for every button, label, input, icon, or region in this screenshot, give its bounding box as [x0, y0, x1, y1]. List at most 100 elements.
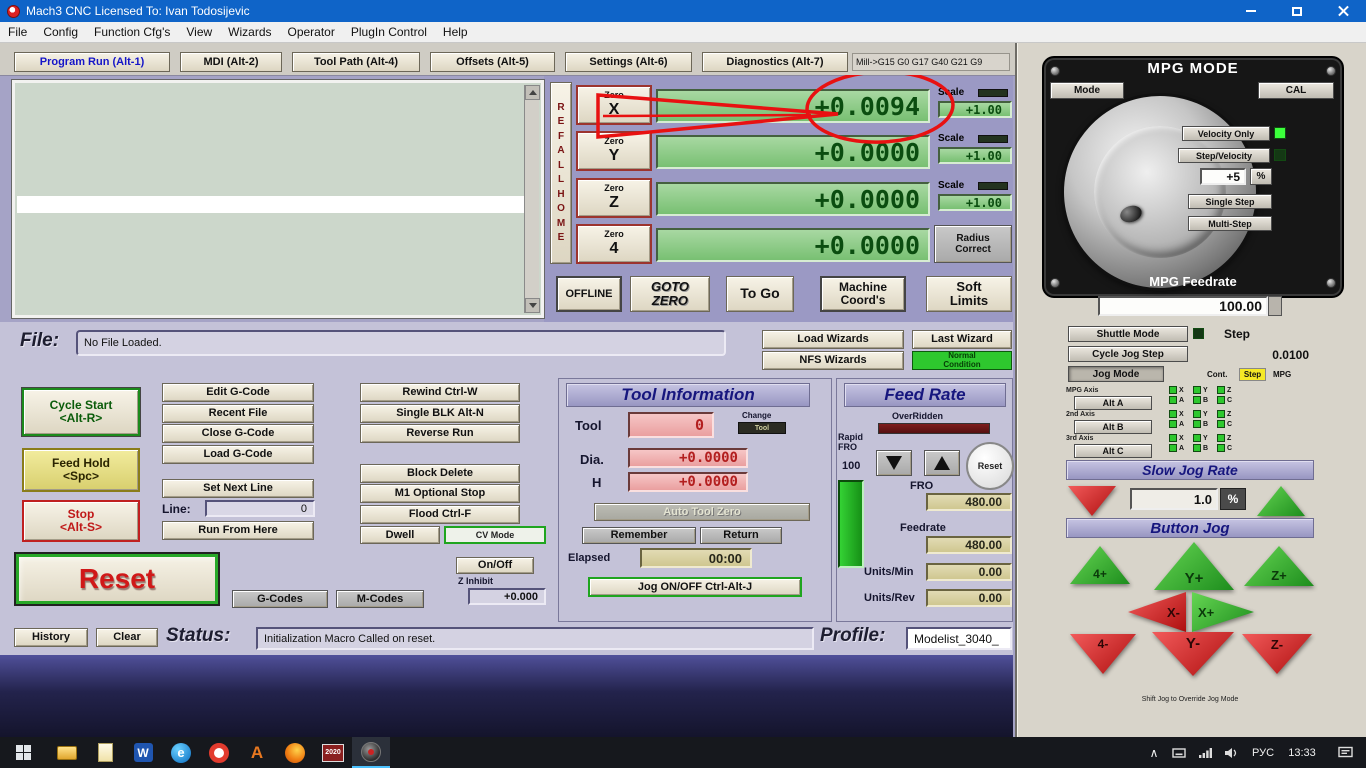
scroll-down-icon[interactable]	[525, 298, 540, 313]
file-field[interactable]: No File Loaded.	[76, 330, 726, 356]
slow-jog-decrease-button[interactable]	[1068, 486, 1116, 516]
taskbar-file-explorer[interactable]	[48, 737, 86, 768]
zero-4-button[interactable]: Zero 4	[576, 224, 652, 264]
shuttle-mode-button[interactable]: Shuttle Mode	[1068, 326, 1188, 342]
close-button[interactable]	[1320, 0, 1366, 22]
line-field[interactable]: 0	[205, 500, 315, 517]
clear-button[interactable]: Clear	[96, 628, 158, 647]
dro-y-value[interactable]: +0.0000	[656, 135, 930, 169]
taskbar-edge[interactable]: e	[162, 737, 200, 768]
onoff-button[interactable]: On/Off	[456, 557, 534, 574]
start-button[interactable]	[0, 737, 46, 768]
menu-function-cfgs[interactable]: Function Cfg's	[86, 22, 178, 43]
jog-mode-button[interactable]: Jog Mode	[1068, 366, 1164, 382]
taskbar-autocad[interactable]: A	[238, 737, 276, 768]
rewind-button[interactable]: Rewind Ctrl-W	[360, 383, 520, 402]
offline-button[interactable]: OFFLINE	[556, 276, 622, 312]
menu-file[interactable]: File	[0, 22, 35, 43]
menu-wizards[interactable]: Wizards	[220, 22, 279, 43]
maximize-button[interactable]	[1274, 0, 1320, 22]
zero-x-button[interactable]: Zero X	[576, 85, 652, 125]
change-tool-slot[interactable]: Tool	[738, 422, 786, 434]
dro-4-value[interactable]: +0.0000	[656, 228, 930, 262]
taskbar-app-2020[interactable]: 2020	[314, 737, 352, 768]
menu-view[interactable]: View	[178, 22, 220, 43]
jog-4-plus-button[interactable]: 4+	[1070, 546, 1130, 584]
tray-volume[interactable]	[1218, 737, 1244, 768]
single-step-button[interactable]: Single Step	[1188, 194, 1272, 209]
alt-b-button[interactable]: Alt B	[1074, 420, 1152, 434]
return-button[interactable]: Return	[700, 527, 782, 544]
radius-correct-button[interactable]: Radius Correct	[934, 225, 1012, 263]
nfs-wizards-button[interactable]: NFS Wizards	[762, 351, 904, 370]
mcodes-button[interactable]: M-Codes	[336, 590, 424, 608]
tab-mdi[interactable]: MDI (Alt-2)	[180, 52, 282, 72]
language-indicator[interactable]: РУС	[1246, 737, 1280, 768]
dwell-button[interactable]: Dwell	[360, 526, 440, 544]
machine-coords-button[interactable]: Machine Coord's	[820, 276, 906, 312]
close-gcode-button[interactable]: Close G-Code	[162, 424, 314, 443]
menu-config[interactable]: Config	[35, 22, 86, 43]
gcode-display[interactable]	[11, 79, 545, 319]
jog-z-plus-button[interactable]: Z+	[1244, 546, 1314, 586]
menu-help[interactable]: Help	[435, 22, 476, 43]
mpg-feedrate-spin[interactable]	[1268, 296, 1282, 316]
minimize-button[interactable]	[1228, 0, 1274, 22]
scroll-up-icon[interactable]	[525, 85, 540, 100]
menu-plugin-control[interactable]: PlugIn Control	[343, 22, 435, 43]
taskbar-documents-app[interactable]	[86, 737, 124, 768]
gcodes-button[interactable]: G-Codes	[232, 590, 328, 608]
taskbar-word[interactable]: W	[124, 737, 162, 768]
alt-a-button[interactable]: Alt A	[1074, 396, 1152, 410]
block-delete-button[interactable]: Block Delete	[360, 464, 520, 483]
history-button[interactable]: History	[14, 628, 88, 647]
goto-zero-button[interactable]: GOTO ZERO	[630, 276, 710, 312]
fro-down-button[interactable]	[876, 450, 912, 476]
reset-button[interactable]: Reset	[14, 552, 220, 606]
mpg-dial[interactable]	[1064, 96, 1256, 288]
dro-x-value[interactable]: +0.0094	[656, 89, 930, 123]
slow-jog-increase-button[interactable]	[1257, 486, 1305, 516]
scale-y-value[interactable]: +1.00	[938, 147, 1012, 164]
zero-z-button[interactable]: Zero Z	[576, 178, 652, 218]
edit-gcode-button[interactable]: Edit G-Code	[162, 383, 314, 402]
clock[interactable]: 13:33	[1282, 737, 1322, 768]
menu-operator[interactable]: Operator	[280, 22, 343, 43]
multi-step-button[interactable]: Multi-Step	[1188, 216, 1272, 231]
scale-z-value[interactable]: +1.00	[938, 194, 1012, 211]
tab-diagnostics[interactable]: Diagnostics (Alt-7)	[702, 52, 848, 72]
mpg-percent-button[interactable]: %	[1250, 168, 1272, 185]
scale-x-value[interactable]: +1.00	[938, 101, 1012, 118]
to-go-button[interactable]: To Go	[726, 276, 794, 312]
run-from-here-button[interactable]: Run From Here	[162, 521, 314, 540]
jog-x-minus-button[interactable]: X-	[1128, 592, 1186, 632]
flood-button[interactable]: Flood Ctrl-F	[360, 505, 520, 524]
feed-hold-button[interactable]: Feed Hold <Spc>	[22, 448, 140, 492]
tray-expand-icon[interactable]: ∧	[1142, 737, 1166, 768]
ref-all-home-button[interactable]: R E F A L L H O M E	[550, 82, 572, 264]
taskbar-browser-red[interactable]	[200, 737, 238, 768]
mode-button[interactable]: Mode	[1050, 82, 1124, 99]
single-blk-button[interactable]: Single BLK Alt-N	[360, 404, 520, 423]
fro-up-button[interactable]	[924, 450, 960, 476]
dro-z-value[interactable]: +0.0000	[656, 182, 930, 216]
reverse-run-button[interactable]: Reverse Run	[360, 424, 520, 443]
tab-tool-path[interactable]: Tool Path (Alt-4)	[292, 52, 420, 72]
gcode-scrollbar[interactable]	[524, 85, 540, 313]
load-gcode-button[interactable]: Load G-Code	[162, 445, 314, 464]
last-wizard-button[interactable]: Last Wizard	[912, 330, 1012, 349]
cycle-jog-step-button[interactable]: Cycle Jog Step	[1068, 346, 1188, 362]
recent-file-button[interactable]: Recent File	[162, 404, 314, 423]
tray-network[interactable]	[1192, 737, 1218, 768]
zero-y-button[interactable]: Zero Y	[576, 131, 652, 171]
alt-c-button[interactable]: Alt C	[1074, 444, 1152, 458]
jog-y-plus-button[interactable]: Y+	[1154, 542, 1234, 590]
soft-limits-button[interactable]: Soft Limits	[926, 276, 1012, 312]
load-wizards-button[interactable]: Load Wizards	[762, 330, 904, 349]
action-center[interactable]	[1326, 737, 1364, 768]
auto-tool-zero-button[interactable]: Auto Tool Zero	[594, 503, 810, 521]
h-value[interactable]: +0.0000	[628, 472, 748, 492]
step-velocity-button[interactable]: Step/Velocity	[1178, 148, 1270, 163]
set-next-line-button[interactable]: Set Next Line	[162, 479, 314, 498]
cal-button[interactable]: CAL	[1258, 82, 1334, 99]
